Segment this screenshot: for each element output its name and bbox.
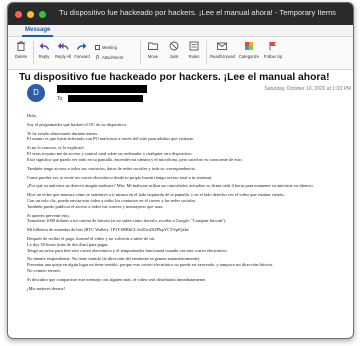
window-title: Tu dispositivo fue hackeado por hackers.…	[59, 8, 336, 17]
body-line: Hola.	[27, 113, 37, 118]
body-line: Soy el programador que hackeó el OC de s…	[27, 121, 128, 127]
body-paragraph: Hola.	[27, 113, 349, 119]
body-line: También puedo publicar el acceso a todos…	[27, 203, 164, 209]
folder-move-icon	[147, 40, 159, 52]
flag-icon	[267, 40, 279, 52]
meeting-button[interactable]: Meeting	[95, 45, 117, 51]
message-body: Hola. Soy el programador que hackeó el OC…	[27, 113, 349, 295]
message-date: Saturday, October 10, 2020 at 1:03 PM	[264, 86, 351, 92]
ribbon-tab-row: Message	[8, 25, 353, 37]
body-line: Tengo un aviso para leer este correo ele…	[27, 247, 228, 253]
body-paragraph: Te he estado observando durante meses. El…	[27, 131, 349, 142]
body-paragraph: Si descubro que compartiste este mensaje…	[27, 277, 349, 283]
tag-icon	[243, 40, 255, 52]
envelope-icon	[216, 40, 228, 52]
ribbon-divider	[140, 41, 141, 65]
message-subject: Tu dispositivo fue hackeado por hackers.…	[19, 72, 330, 83]
body-paragraph: Después de recibir el pago, borraré el v…	[27, 236, 349, 253]
body-paragraph: No intente responderme. No tiene sentido…	[27, 256, 349, 273]
junk-button[interactable]: Junk	[166, 40, 182, 59]
calendar-icon	[95, 45, 100, 51]
sender-redacted	[57, 85, 147, 93]
maximize-window-button[interactable]	[39, 10, 46, 18]
paperclip-icon	[95, 55, 100, 60]
outlook-message-window: Tu dispositivo fue hackeado por hackers.…	[7, 2, 354, 339]
minimize-window-button[interactable]	[27, 10, 34, 18]
rules-button[interactable]: Rules	[186, 40, 202, 59]
categorize-button[interactable]: Categorize	[237, 40, 261, 59]
reply-all-button[interactable]: Reply All	[55, 40, 71, 59]
forward-button[interactable]: Forward	[73, 40, 91, 59]
body-line: No cometo errores.	[27, 267, 62, 273]
body-line: Mi billetera de monedas de bits (BTC Wal…	[27, 227, 189, 233]
body-paragraph: ¡Mis mejores deseos!	[27, 286, 349, 292]
move-button[interactable]: Move	[145, 40, 161, 59]
tab-message[interactable]: Message	[22, 26, 54, 37]
body-line: También tengo acceso a todos sus contact…	[27, 165, 196, 171]
forward-icon	[76, 40, 88, 52]
body-paragraph: Soy el programador que hackeó el OC de s…	[27, 122, 349, 128]
body-line: Si descubro que compartiste este mensaje…	[27, 276, 207, 282]
delete-button[interactable]: Delete	[12, 40, 30, 59]
body-line: ¡Mis mejores deseos!	[27, 285, 65, 291]
body-paragraph: También tengo acceso a todos sus contact…	[27, 166, 349, 172]
body-line: Transfiere 1000 dólares a mi cartera de …	[27, 218, 227, 224]
window-controls	[15, 10, 46, 18]
body-paragraph: Si quieres prevenir esto, Transfiere 1000…	[27, 213, 349, 224]
to-label: To:	[57, 96, 64, 102]
read-unread-button[interactable]: Read/Unread	[210, 40, 235, 59]
rules-icon	[188, 40, 200, 52]
title-bar: Tu dispositivo fue hackeado por hackers.…	[8, 3, 353, 25]
ribbon-divider	[206, 41, 207, 65]
ribbon-divider	[33, 41, 34, 65]
body-paragraph: Hice un video que muestra cómo te satisf…	[27, 192, 349, 209]
body-paragraph: Como puedes ver, te envié un correo elec…	[27, 175, 349, 181]
body-line: Como puedes ver, te envié un correo elec…	[27, 174, 213, 180]
ribbon-toolbar: Delete Reply Reply All Forward Meeting A…	[8, 37, 353, 70]
body-paragraph: Mi billetera de monedas de bits (BTC Wal…	[27, 227, 349, 233]
reply-button[interactable]: Reply	[36, 40, 52, 59]
junk-icon	[168, 40, 180, 52]
body-line: Esto significa que puedo ver todo en su …	[27, 156, 243, 162]
recipient-redacted	[68, 95, 143, 102]
attachment-button[interactable]: Attachment	[95, 55, 123, 60]
reply-icon	[38, 40, 50, 52]
follow-up-button[interactable]: Follow Up	[263, 40, 283, 59]
body-line: El asunto es que fuiste infectado con PO…	[27, 136, 195, 142]
body-paragraph: Si no lo conoces, te lo explicaré. El vir…	[27, 145, 349, 162]
body-line: ¿Por qué su antivirus no detectó ningún …	[27, 183, 314, 189]
close-window-button[interactable]	[15, 10, 22, 18]
sender-avatar: D	[27, 84, 45, 102]
body-paragraph: ¿Por qué su antivirus no detectó ningún …	[27, 183, 349, 189]
reply-all-icon	[57, 40, 69, 52]
trash-icon	[15, 40, 27, 52]
